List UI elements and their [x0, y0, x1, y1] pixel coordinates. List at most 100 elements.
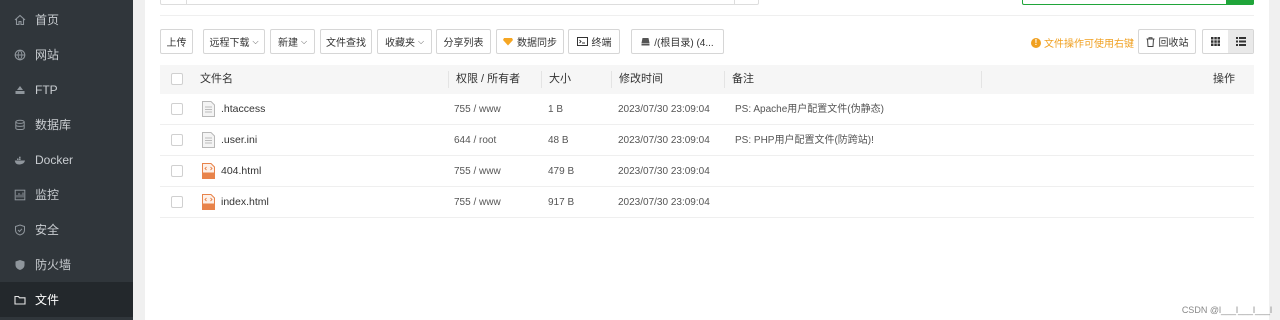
- row-checkbox[interactable]: [171, 103, 183, 115]
- sidebar-item-label: 文件: [35, 293, 60, 307]
- file-permission[interactable]: 755 / www: [454, 94, 501, 125]
- file-permission[interactable]: 644 / root: [454, 125, 496, 156]
- path-separator: [186, 0, 187, 4]
- file-mtime: 2023/07/30 23:09:04: [618, 135, 710, 146]
- sidebar-item-label: 网站: [35, 48, 60, 62]
- text-file-icon: [202, 101, 215, 117]
- terminal-button[interactable]: 终端: [568, 29, 620, 54]
- remote-download-label: 远程下载: [209, 38, 250, 49]
- file-size: 1 B: [548, 104, 564, 115]
- column-header-permission[interactable]: 权限 / 所有者: [456, 65, 520, 94]
- column-separator: [981, 71, 982, 88]
- sidebar-item-database[interactable]: 数据库: [0, 107, 133, 142]
- grid-icon: [1211, 37, 1220, 46]
- database-icon: [14, 119, 26, 131]
- file-size: 48 B: [548, 135, 569, 146]
- terminal-label: 终端: [591, 38, 612, 49]
- file-permission[interactable]: 755 / www: [454, 156, 501, 187]
- path-input[interactable]: [160, 0, 759, 5]
- column-header-mtime[interactable]: 修改时间: [619, 65, 663, 94]
- file-name[interactable]: .user.ini: [221, 125, 257, 156]
- home-icon: [14, 14, 26, 26]
- sidebar: 首页 网站 FTP 数据库 Docker 监控 安全 防火墙 文件: [0, 0, 133, 320]
- select-all-checkbox[interactable]: [171, 73, 183, 85]
- column-separator: [448, 71, 449, 88]
- table-row[interactable]: index.html 755 / www 917 B 2023/07/30 23…: [160, 187, 1254, 218]
- chevron-down-icon: ⌵: [252, 36, 259, 46]
- table-row[interactable]: .htaccess 755 / www 1 B 2023/07/30 23:09…: [160, 94, 1254, 125]
- file-manager-panel: 上传 远程下载 ⌵ 新建 ⌵ 文件查找 收藏夹 ⌵ 分享列表 数据同步 终端 /(根目…: [145, 0, 1269, 320]
- sidebar-item-security[interactable]: 安全: [0, 212, 133, 247]
- watermark: CSDN @l___l___l___l: [1181, 305, 1272, 315]
- sidebar-item-firewall[interactable]: 防火墙: [0, 247, 133, 282]
- data-sync-label: 数据同步: [517, 38, 557, 49]
- search-button[interactable]: [1226, 0, 1254, 5]
- hint-text: 文件操作可使用右键: [1044, 39, 1134, 50]
- column-separator: [541, 71, 542, 88]
- html-file-icon: [202, 163, 215, 179]
- favorites-button[interactable]: 收藏夹 ⌵: [377, 29, 432, 54]
- column-header-action: 操作: [1213, 73, 1235, 85]
- file-size: 479 B: [548, 166, 575, 177]
- table-row[interactable]: .user.ini 644 / root 48 B 2023/07/30 23:…: [160, 125, 1254, 156]
- sidebar-item-monitor[interactable]: 监控: [0, 177, 133, 212]
- folder-icon: [14, 294, 26, 306]
- column-separator: [724, 71, 725, 88]
- file-note[interactable]: PS: Apache用户配置文件(伪静态): [735, 94, 884, 125]
- sidebar-item-label: 监控: [35, 188, 60, 202]
- remote-download-button[interactable]: 远程下载 ⌵: [203, 29, 265, 54]
- favorites-label: 收藏夹: [384, 38, 415, 49]
- sidebar-item-docker[interactable]: Docker: [0, 142, 133, 177]
- file-name[interactable]: 404.html: [221, 156, 261, 187]
- path-separator: [734, 0, 735, 4]
- html-file-icon: [202, 194, 215, 210]
- table-row[interactable]: 404.html 755 / www 479 B 2023/07/30 23:0…: [160, 156, 1254, 187]
- share-list-label: 分享列表: [443, 38, 484, 49]
- file-mtime: 2023/07/30 23:09:04: [618, 166, 710, 177]
- column-header-size[interactable]: 大小: [549, 65, 571, 94]
- search-input[interactable]: [1022, 0, 1254, 5]
- new-button[interactable]: 新建 ⌵: [270, 29, 315, 54]
- list-view-button[interactable]: [1228, 30, 1253, 53]
- column-header-name[interactable]: 文件名: [200, 65, 233, 94]
- sidebar-item-home[interactable]: 首页: [0, 2, 133, 37]
- data-sync-button[interactable]: 数据同步: [496, 29, 564, 54]
- file-table-header: 文件名 权限 / 所有者 大小 修改时间 备注 操作: [160, 65, 1254, 94]
- shield-icon: [14, 223, 26, 236]
- trash-icon: [1146, 36, 1154, 47]
- sidebar-item-label: Docker: [35, 152, 74, 167]
- file-permission[interactable]: 755 / www: [454, 187, 501, 218]
- chevron-down-icon: ⌵: [300, 36, 308, 46]
- sidebar-item-label: 首页: [35, 13, 60, 27]
- sidebar-item-label: 数据库: [35, 118, 72, 132]
- file-search-button[interactable]: 文件查找: [320, 29, 372, 54]
- file-name[interactable]: .htaccess: [221, 94, 265, 125]
- file-name[interactable]: index.html: [221, 187, 269, 218]
- disk-label: /(根目录) (4...: [654, 38, 714, 49]
- sidebar-item-label: FTP: [35, 82, 58, 97]
- upload-label: 上传: [166, 38, 187, 49]
- share-list-button[interactable]: 分享列表: [436, 29, 491, 54]
- row-checkbox[interactable]: [171, 165, 183, 177]
- sidebar-item-website[interactable]: 网站: [0, 37, 133, 72]
- grid-view-button[interactable]: [1203, 30, 1228, 53]
- monitor-icon: [14, 189, 26, 201]
- column-separator: [611, 71, 612, 88]
- sidebar-item-files[interactable]: 文件: [0, 282, 133, 317]
- row-checkbox[interactable]: [171, 196, 183, 208]
- upload-button[interactable]: 上传: [160, 29, 193, 54]
- sidebar-item-ftp[interactable]: FTP: [0, 72, 133, 107]
- file-search-label: 文件查找: [326, 38, 366, 49]
- globe-icon: [14, 49, 26, 61]
- file-note[interactable]: PS: PHP用户配置文件(防跨站)!: [735, 125, 874, 156]
- disk-selector-button[interactable]: /(根目录) (4...: [631, 29, 724, 54]
- file-size: 917 B: [548, 197, 575, 208]
- sidebar-item-label: 安全: [35, 223, 60, 237]
- row-checkbox[interactable]: [171, 134, 183, 146]
- chevron-down-icon: ⌵: [417, 36, 425, 46]
- docker-icon: [14, 154, 26, 166]
- sync-icon: [503, 38, 513, 46]
- firewall-icon: [14, 259, 26, 271]
- text-file-icon: [202, 132, 215, 148]
- recycle-bin-button[interactable]: 回收站: [1138, 29, 1196, 54]
